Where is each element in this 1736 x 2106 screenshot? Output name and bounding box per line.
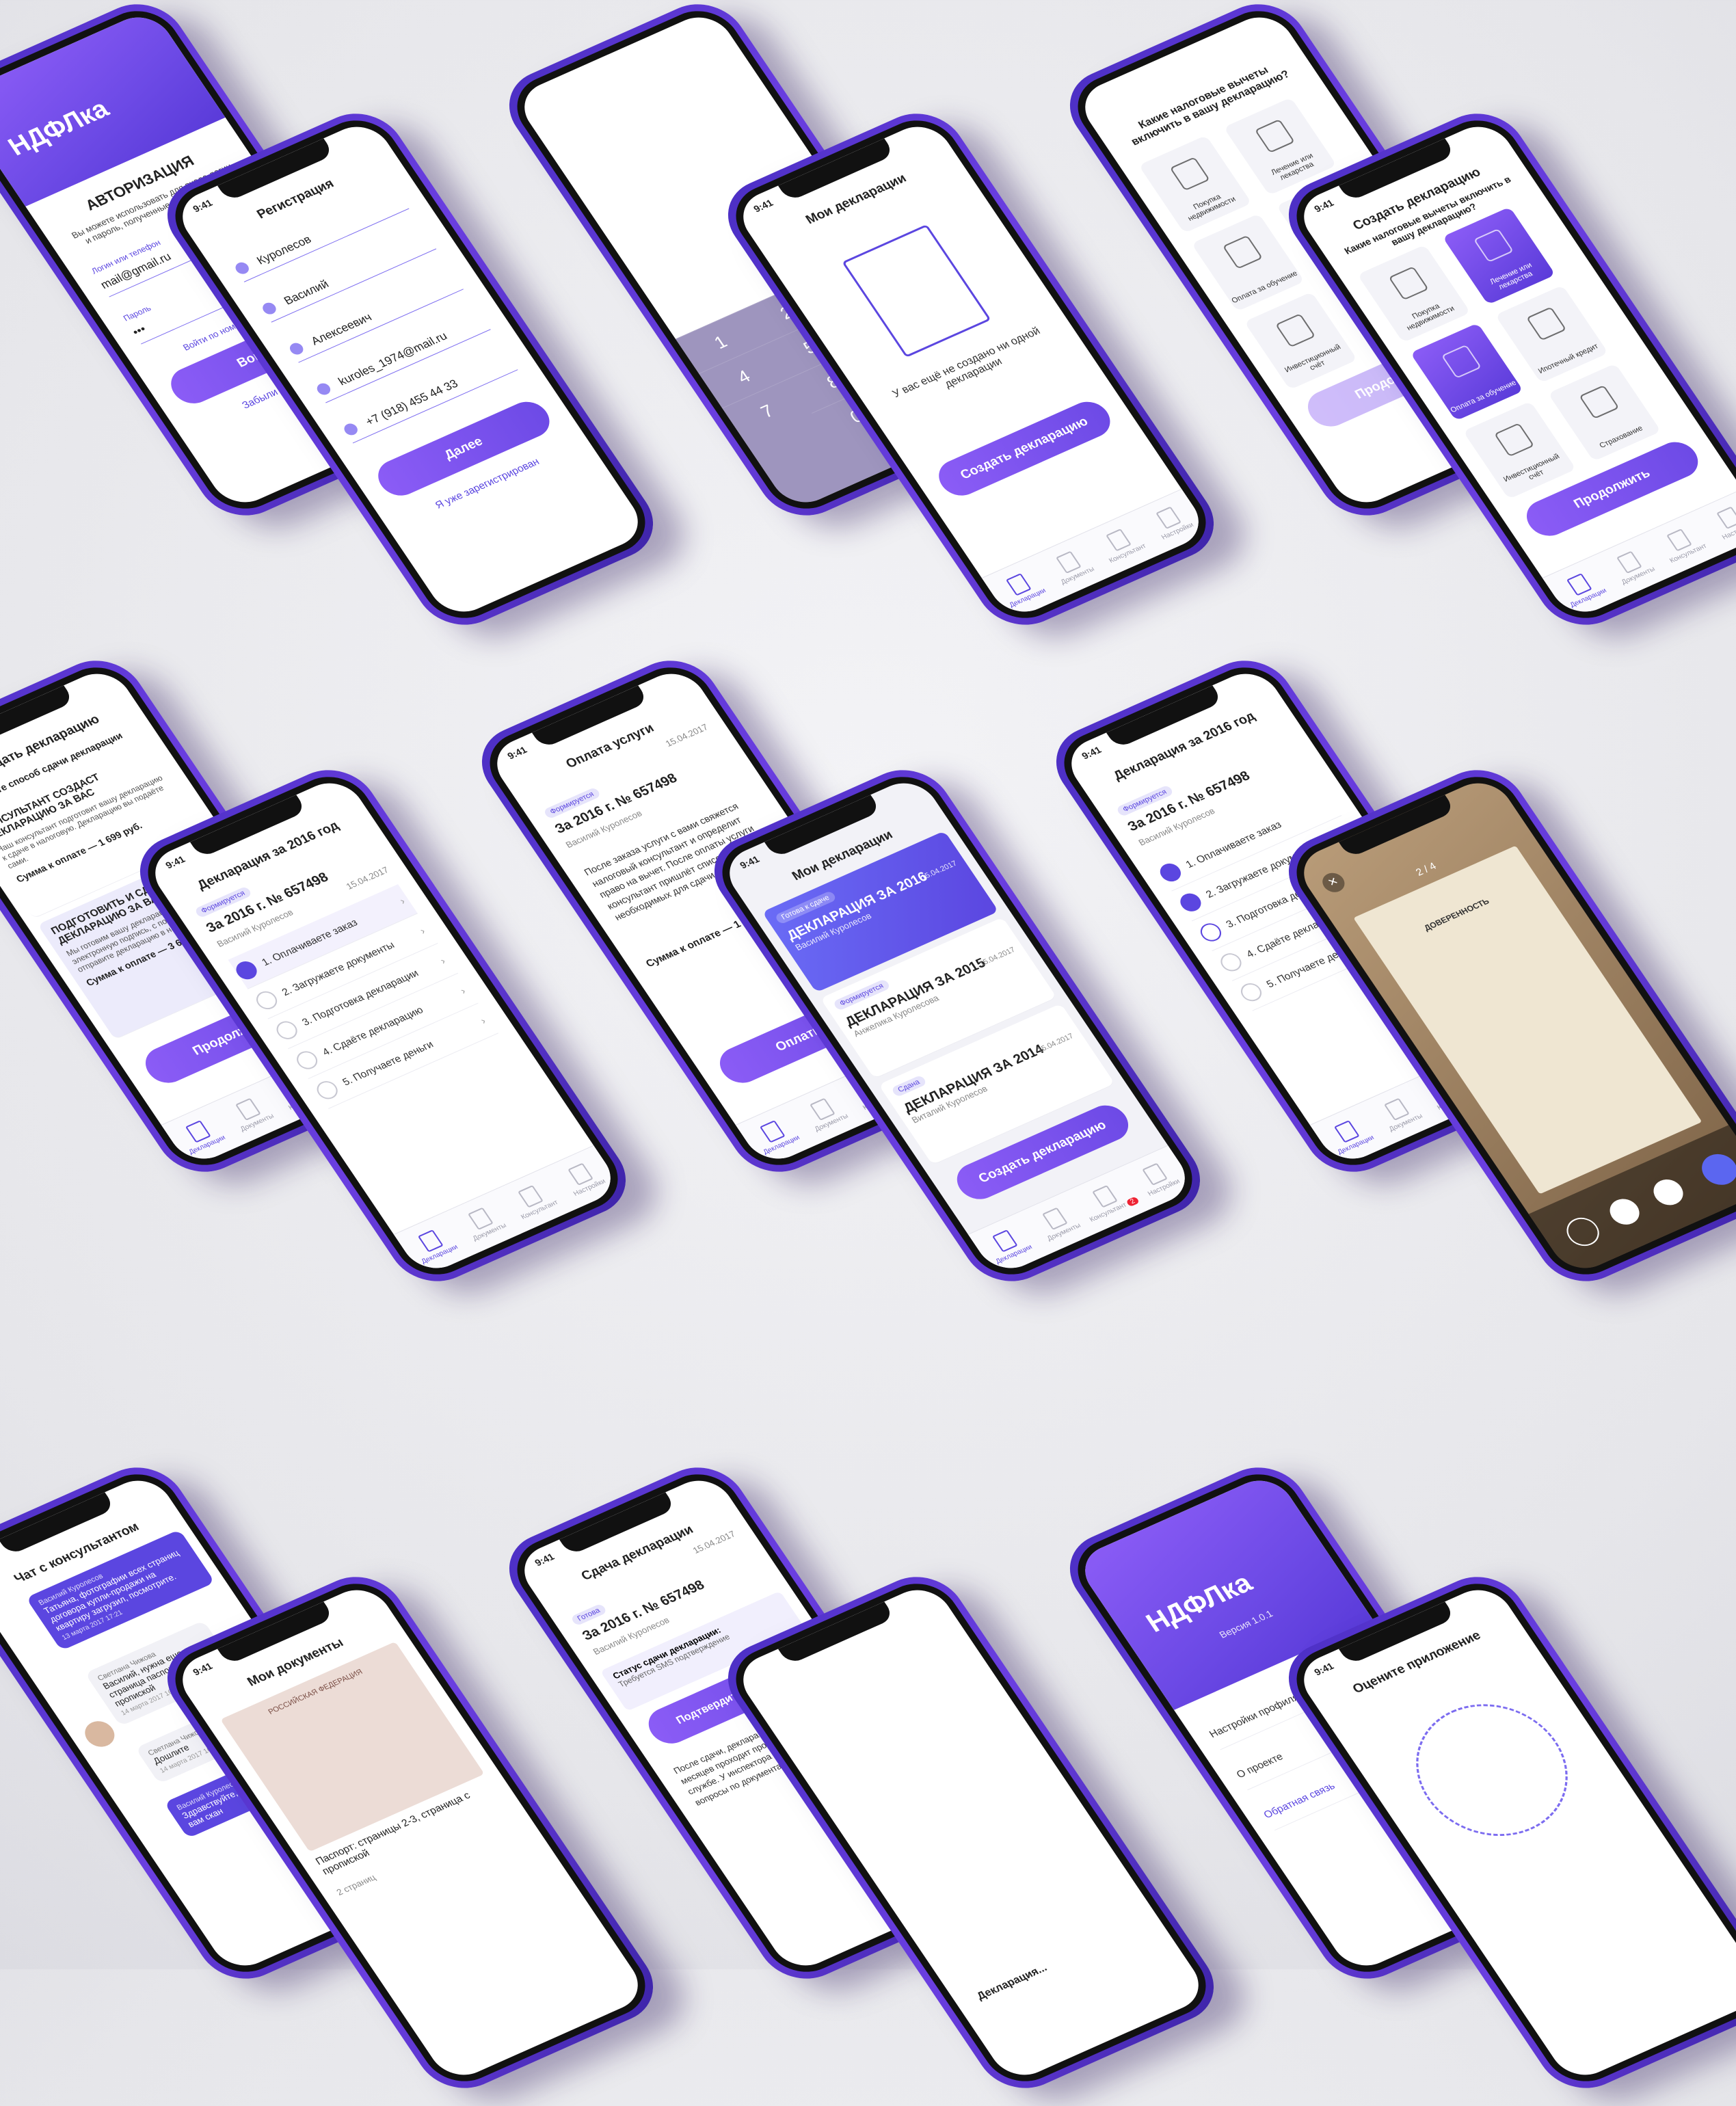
avatar — [79, 1716, 120, 1751]
tile-insurance[interactable]: Страхование — [1547, 363, 1661, 462]
tile-medical-selected[interactable]: Лечение или лекарства — [1442, 206, 1556, 305]
tile-education-selected[interactable]: Оплата за обучение — [1410, 323, 1524, 421]
status-time: 9:41 — [751, 197, 775, 215]
progress-icon — [1197, 920, 1225, 945]
phone-icon — [341, 421, 360, 438]
status-time: 9:41 — [532, 1551, 557, 1569]
sheet-text: Декларация... — [974, 1962, 1050, 2003]
check-icon — [272, 1018, 302, 1043]
document-illustration-icon — [842, 224, 991, 358]
check-icon — [1237, 980, 1266, 1004]
group-payment: 9:41 Оплата услуги 15.04.2017 Формируетс… — [464, 629, 1218, 1299]
tile-property[interactable]: Покупка недвижимости — [1138, 135, 1252, 234]
close-icon[interactable]: ✕ — [1318, 869, 1349, 896]
tile-property[interactable]: Покупка недвижимости — [1357, 244, 1471, 343]
declaration-date: 15.04.2017 — [344, 864, 391, 892]
add-page-icon[interactable] — [1604, 1195, 1645, 1229]
sms-code-input[interactable]: 5 2 7 9 — [848, 1722, 1006, 1817]
tile-investment[interactable]: Инвестиционный счёт — [1463, 401, 1577, 500]
status-time: 9:41 — [190, 1660, 215, 1678]
check-icon — [232, 958, 261, 983]
check-icon — [1216, 950, 1246, 974]
trash-icon[interactable] — [1648, 1175, 1689, 1210]
document-pages: 2 страниц — [334, 1871, 378, 1897]
user-icon — [287, 341, 306, 357]
brand-logo: НДФЛка — [3, 94, 115, 161]
rotate-icon[interactable] — [1560, 1213, 1605, 1251]
passport-header: РОССИЙСКАЯ ФЕДЕРАЦИЯ — [267, 1668, 364, 1716]
confirm-sheet: Декларация... — [959, 1907, 1193, 2068]
check-icon — [1156, 860, 1185, 885]
status-time: 9:41 — [163, 853, 187, 871]
status-time: 9:41 — [1311, 1660, 1336, 1678]
status-time: 9:41 — [1311, 197, 1336, 215]
group-submit: 9:41 Сдача декларации 15.04.2017 Готова … — [492, 1436, 1231, 2106]
status-time: 9:41 — [190, 197, 215, 215]
status-time: 9:41 — [737, 853, 762, 871]
surname-value: Куролесов — [254, 232, 314, 267]
check-icon — [1176, 890, 1205, 915]
group-settings: НДФЛка Версия 1.0.1 Настройки профиля О … — [1052, 1436, 1736, 2106]
card-person: Анжелика Куролесова — [851, 993, 941, 1039]
group-scan: 9:41 Декларация за 2016 год Формируется … — [1039, 629, 1736, 1299]
tile-education[interactable]: Оплата за обучение — [1191, 213, 1305, 312]
card-person: Василий Куролесов — [793, 910, 874, 952]
check-icon — [312, 1078, 342, 1102]
create-declaration-button[interactable]: Создать декларацию — [931, 395, 1118, 502]
patronymic-value: Алексеевич — [308, 310, 375, 348]
card-person: Виталий Куролесов — [909, 1083, 990, 1125]
status-time: 9:41 — [505, 744, 529, 762]
trophy-stars-icon — [1387, 1682, 1597, 1858]
group-code: Регистрация Введите код подтверждения, о… — [492, 0, 1231, 643]
group-chat: 9:41 Чат с консультантом Василий Куролес… — [0, 1436, 671, 2106]
tile-investment[interactable]: Инвестиционный счёт — [1244, 291, 1358, 390]
check-icon — [293, 1048, 321, 1072]
phone-value: +7 (918) 455 44 33 — [362, 377, 461, 429]
user-icon — [260, 300, 279, 317]
user-icon — [232, 260, 252, 276]
group-deductions: Какие налоговые вычеты включить в вашу д… — [1052, 0, 1736, 643]
notification-badge: 2 — [1125, 1196, 1140, 1207]
status-time: 9:41 — [1079, 744, 1104, 762]
save-icon[interactable] — [1695, 1149, 1736, 1190]
check-icon — [252, 988, 281, 1013]
name-value: Василий — [281, 277, 332, 308]
group-method: 9:41 Создать декларацию Выберите способ … — [0, 629, 643, 1299]
tile-mortgage[interactable]: Ипотечный кредит — [1495, 284, 1609, 384]
mockup-scene: НДФЛка АВТОРИЗАЦИЯ Вы можете использоват… — [0, 0, 1736, 2102]
mail-icon — [315, 381, 333, 397]
group-auth: НДФЛка АВТОРИЗАЦИЯ Вы можете использоват… — [0, 0, 671, 643]
